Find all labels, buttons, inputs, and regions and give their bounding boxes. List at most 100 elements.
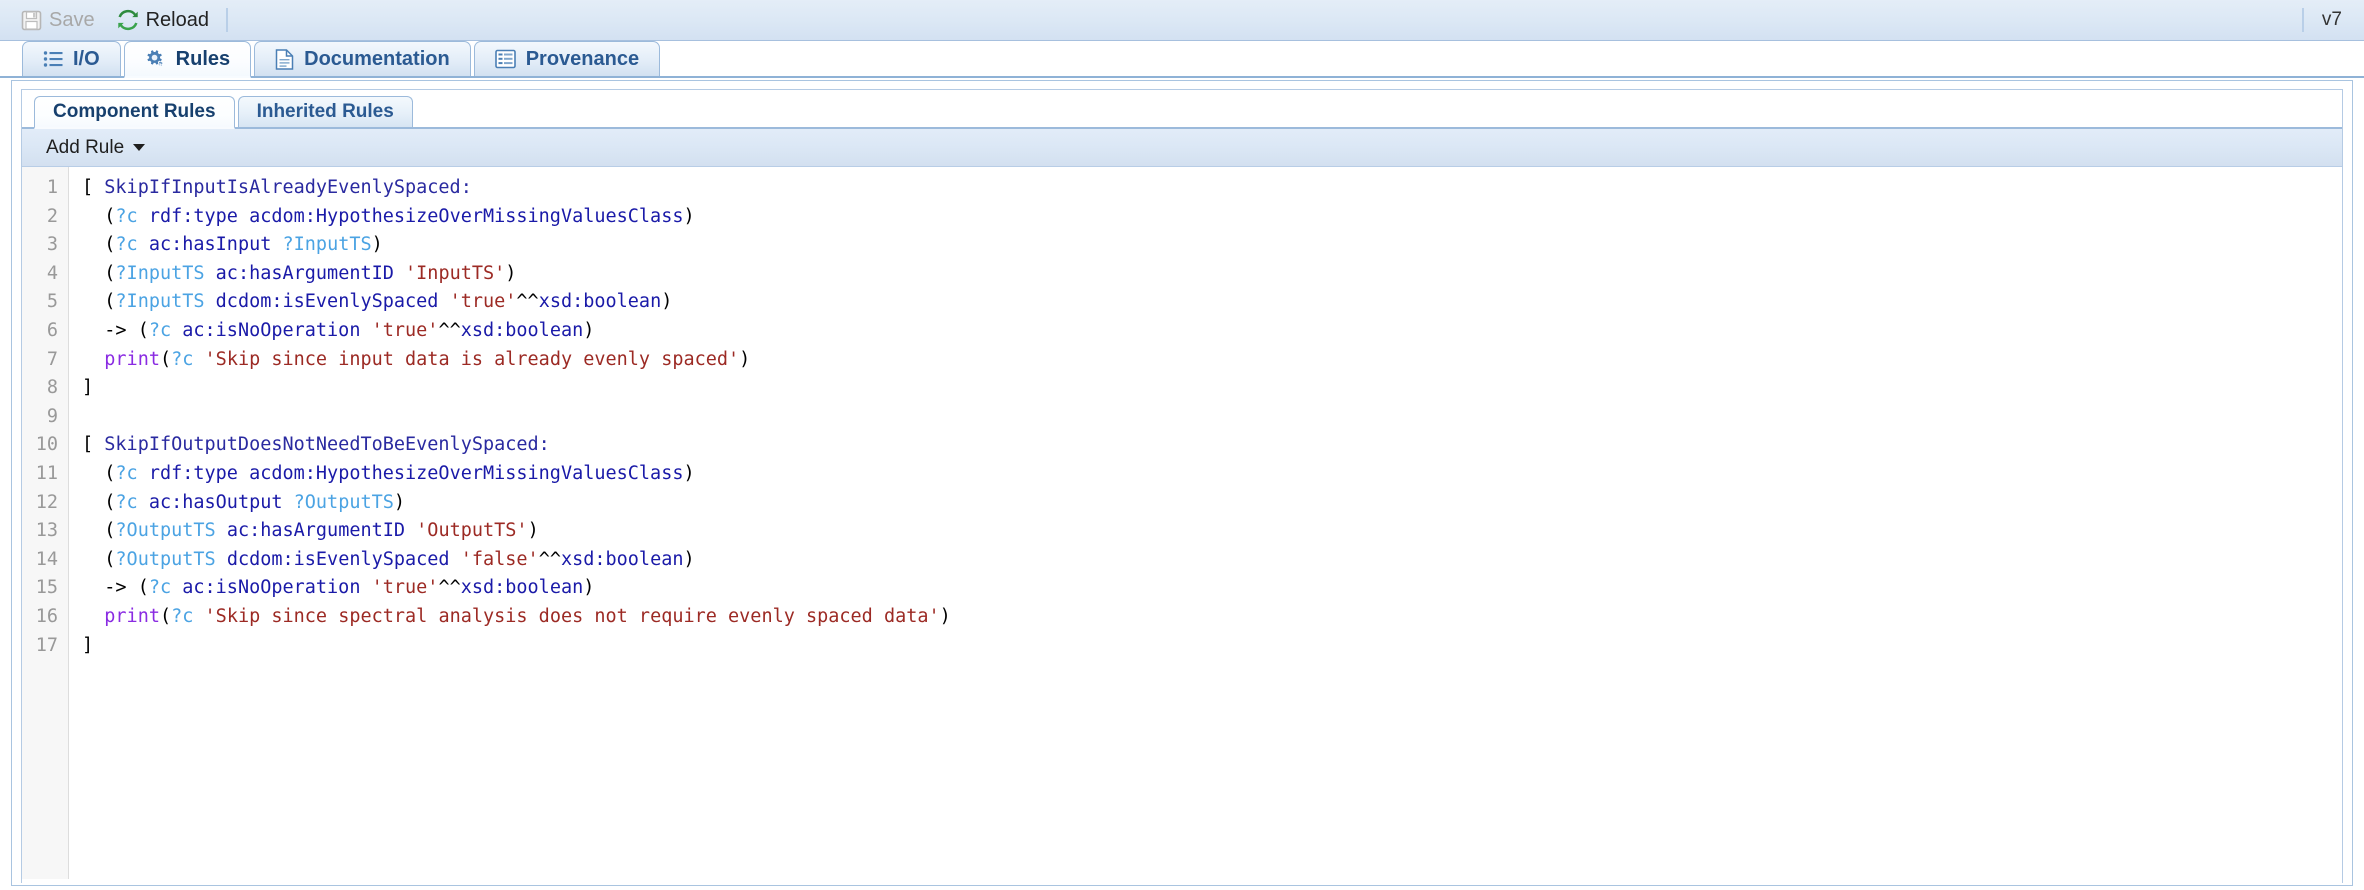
document-icon (275, 48, 294, 70)
code-token: ac:isNoOperation (182, 319, 361, 341)
rules-panel-outer: Component Rules Inherited Rules Add Rule… (11, 80, 2353, 886)
code-token: ( (82, 205, 116, 227)
code-token: [ (82, 434, 105, 456)
code-token: -> ( (82, 319, 149, 341)
code-token: -> ( (82, 577, 149, 599)
editor-line-number: 10 (35, 434, 58, 456)
code-token: xsd:boolean (560, 548, 684, 570)
editor-line-number: 2 (46, 205, 58, 227)
code-token: rdf:type acdom:HypothesizeOverMissingVal… (148, 462, 684, 484)
editor-line-number: 1 (46, 177, 58, 198)
version-label: v7 (2321, 9, 2342, 30)
save-button-label: Save (49, 8, 95, 31)
subtab-component-rules-label: Component Rules (53, 101, 216, 122)
add-rule-dropdown[interactable]: Add Rule (40, 134, 151, 162)
top-toolbar: Save Reload v7 (0, 0, 2364, 41)
editor-line-number: 14 (35, 548, 58, 570)
code-token: ?c (148, 577, 172, 599)
code-token: ?InputTS (115, 262, 205, 284)
code-token: ) (661, 291, 673, 313)
code-token: ^^ (438, 319, 461, 341)
subtab-inherited-rules-label: Inherited Rules (256, 101, 394, 122)
editor-code-line (82, 403, 2342, 432)
editor-line-number-gutter: 1 2 3 4 5 6 7 8 9 10 11 12 13 14 15 16 17 (22, 167, 69, 879)
code-token: ac:hasInput (148, 234, 272, 256)
code-token: ?c (171, 348, 194, 370)
editor-line-number: 17 (35, 634, 58, 656)
subtab-component-rules[interactable]: Component Rules (34, 96, 235, 129)
code-token: 'true' (371, 577, 439, 599)
code-token: ) (683, 462, 695, 484)
code-token: ) (371, 234, 383, 256)
code-token: ] (82, 377, 94, 399)
tab-io[interactable]: I/O (22, 41, 121, 76)
main-tab-bar: I/O Rules Documentation Provenance (0, 41, 2364, 78)
save-button[interactable]: Save (10, 5, 106, 35)
editor-line-number: 12 (35, 491, 58, 513)
code-token: ) (583, 577, 595, 599)
code-token: ?c (171, 605, 194, 627)
code-token: ( (82, 462, 116, 484)
code-token: ( (82, 548, 116, 570)
code-token: ( (82, 520, 116, 542)
editor-code-line: (?c rdf:type acdom:HypothesizeOverMissin… (82, 460, 2342, 489)
code-token: ?InputTS (115, 291, 205, 313)
editor-code-area[interactable]: [ SkipIfInputIsAlreadyEvenlySpaced: (?c … (69, 167, 2342, 879)
code-token: 'OutputTS' (416, 520, 528, 542)
code-token: ?OutputTS (115, 520, 216, 542)
tab-provenance[interactable]: Provenance (473, 41, 661, 76)
code-token: ( (82, 262, 116, 284)
code-token: 'Skip since spectral analysis does not r… (204, 605, 940, 627)
code-token: ) (683, 548, 695, 570)
floppy-disk-icon (21, 10, 42, 31)
editor-code-line: (?c rdf:type acdom:HypothesizeOverMissin… (82, 203, 2342, 232)
toolbar-divider-right (2301, 8, 2304, 32)
code-token: SkipIfOutputDoesNotNeedToBeEvenlySpaced: (104, 434, 550, 456)
add-rule-label: Add Rule (46, 136, 125, 158)
code-token: ) (683, 205, 695, 227)
code-token: ?OutputTS (115, 548, 216, 570)
code-token: ( (82, 491, 116, 513)
rules-panel-inner: Component Rules Inherited Rules Add Rule… (21, 89, 2343, 883)
code-token: ) (939, 605, 951, 627)
code-token: ?OutputTS (293, 491, 394, 513)
editor-line-number: 6 (46, 319, 58, 341)
code-token: rdf:type acdom:HypothesizeOverMissingVal… (148, 205, 684, 227)
code-token: ^^ (516, 291, 539, 313)
editor-code-line: (?OutputTS ac:hasArgumentID 'OutputTS') (82, 517, 2342, 546)
subtab-inherited-rules[interactable]: Inherited Rules (237, 96, 413, 127)
code-token: 'false' (460, 548, 539, 570)
code-token: SkipIfInputIsAlreadyEvenlySpaced: (104, 177, 472, 198)
rules-sub-tab-bar: Component Rules Inherited Rules (22, 96, 2342, 129)
tab-rules-label: Rules (175, 47, 231, 70)
reload-button[interactable]: Reload (106, 5, 220, 35)
editor-line-number: 9 (46, 405, 58, 427)
tab-documentation-label: Documentation (304, 47, 450, 70)
editor-line-number: 4 (46, 262, 58, 284)
editor-code-line: -> (?c ac:isNoOperation 'true'^^xsd:bool… (82, 317, 2342, 346)
tab-documentation[interactable]: Documentation (254, 41, 471, 76)
refresh-icon (117, 9, 139, 31)
code-token: ^^ (538, 548, 561, 570)
code-token: ?c (148, 319, 172, 341)
editor-code-line: (?OutputTS dcdom:isEvenlySpaced 'false'^… (82, 546, 2342, 575)
rules-code-editor[interactable]: 1 2 3 4 5 6 7 8 9 10 11 12 13 14 15 16 17 [ SkipIfInputI… (22, 167, 2342, 879)
code-token: xsd:boolean (538, 291, 662, 313)
tab-rules[interactable]: Rules (123, 41, 252, 78)
editor-code-line: (?InputTS ac:hasArgumentID 'InputTS') (82, 260, 2342, 289)
editor-line-number: 13 (35, 520, 58, 542)
code-token: dcdom:isEvenlySpaced (226, 548, 450, 570)
